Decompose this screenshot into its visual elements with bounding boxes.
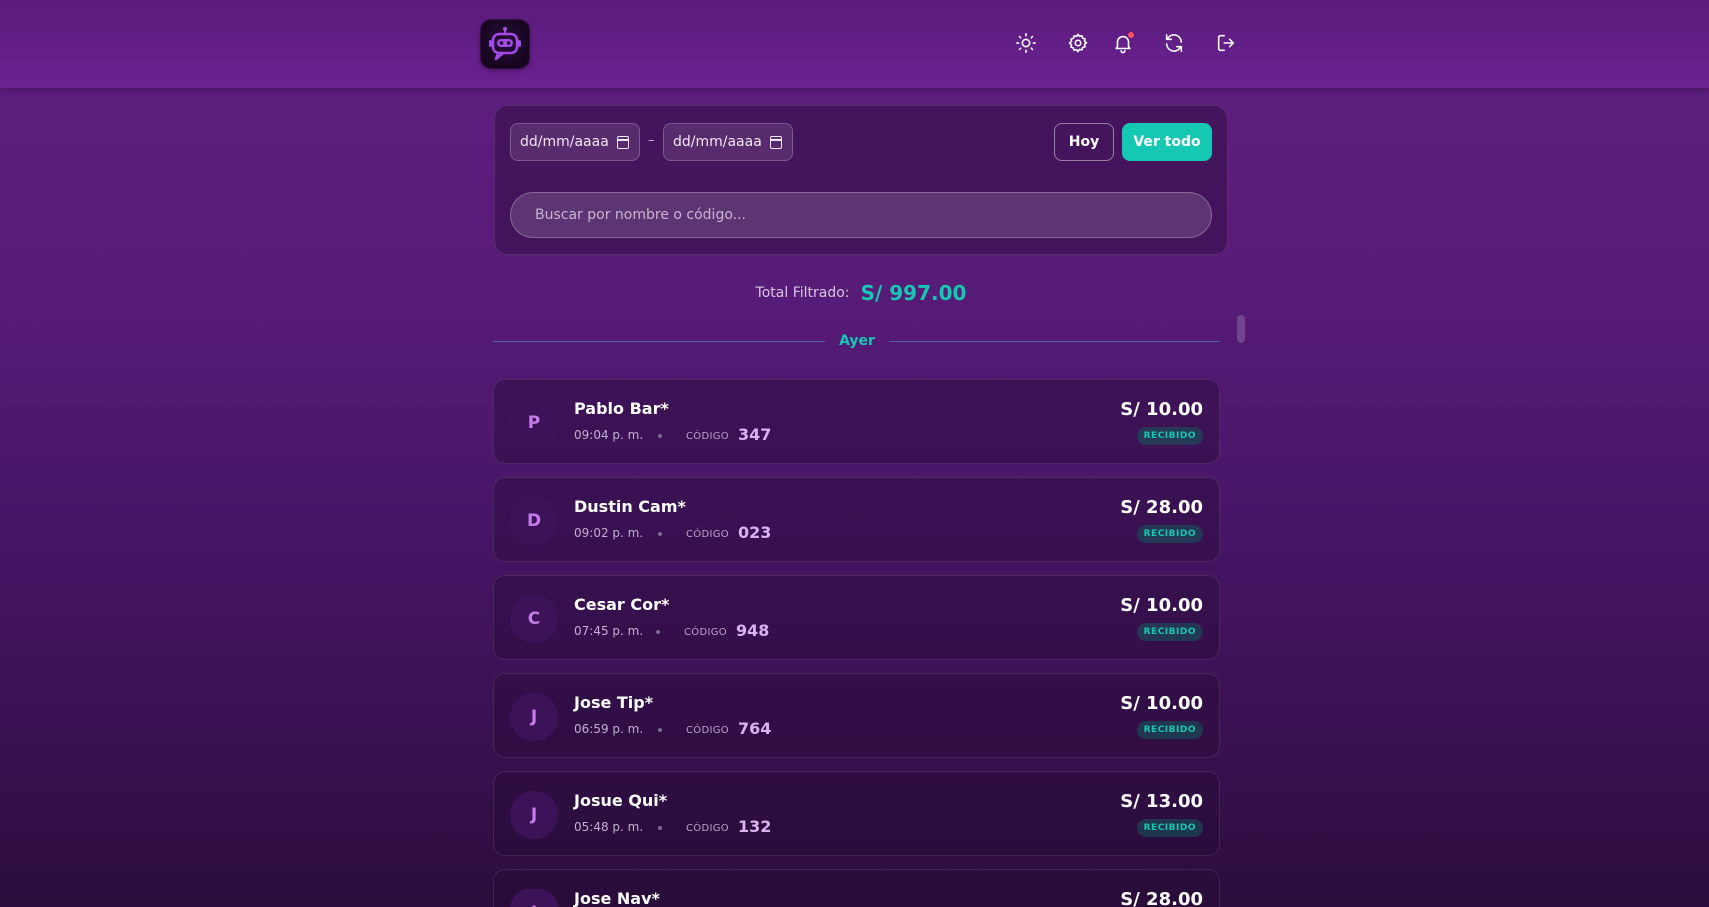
date-from-placeholder: dd/mm/aaaa [520,134,609,150]
total-value: S/ 997.00 [860,281,967,305]
logout-button[interactable] [1213,30,1239,56]
transaction-amount: S/ 13.00 [1120,791,1203,812]
transaction-name: Dustin Cam* [574,497,686,516]
date-to-input[interactable]: dd/mm/aaaa [663,123,793,161]
transaction-name: Jose Nav* [574,889,660,907]
transaction-code: 132 [738,817,772,836]
meta-separator-dot [658,434,662,438]
logout-icon [1217,34,1235,52]
status-badge: RECIBIDO [1136,427,1203,445]
transaction-amount: S/ 10.00 [1120,595,1203,616]
transaction-meta: 05:48 p. m. CÓDIGO 132 [574,816,874,838]
avatar: J [510,791,558,839]
transaction-code: 948 [736,621,770,640]
code-label: CÓDIGO [686,725,729,736]
transaction-meta: 09:04 p. m. CÓDIGO 347 [574,424,874,446]
meta-separator-dot [656,630,660,634]
date-to-placeholder: dd/mm/aaaa [673,134,762,150]
meta-separator-dot [658,826,662,830]
transaction-name: Pablo Bar* [574,399,669,418]
scrollbar-thumb[interactable] [1237,315,1245,343]
code-label: CÓDIGO [684,627,727,638]
transaction-code: 347 [738,425,772,444]
transaction-code: 764 [738,719,772,738]
transaction-meta: 07:45 p. m. CÓDIGO 948 [574,620,874,642]
notifications-button[interactable] [1110,30,1136,56]
transaction-name: Josue Qui* [574,791,668,810]
avatar: D [510,497,558,545]
theme-toggle-button[interactable] [1013,30,1039,56]
gear-icon [1068,33,1088,53]
code-label: CÓDIGO [686,823,729,834]
refresh-icon [1165,33,1183,53]
status-badge: RECIBIDO [1136,623,1203,641]
calendar-icon[interactable] [770,136,782,149]
date-from-input[interactable]: dd/mm/aaaa [510,123,640,161]
status-badge: RECIBIDO [1136,525,1203,543]
avatar: C [510,595,558,643]
avatar: J [510,693,558,741]
see-all-button[interactable]: Ver todo [1122,123,1212,161]
transaction-card[interactable]: C Cesar Cor* 07:45 p. m. CÓDIGO 948 S/ 1… [493,575,1220,660]
transaction-amount: S/ 10.00 [1120,399,1203,420]
day-divider: Ayer [493,331,1220,353]
transaction-card[interactable]: D Dustin Cam* 09:02 p. m. CÓDIGO 023 S/ … [493,477,1220,562]
transaction-amount: S/ 28.00 [1120,889,1203,907]
transaction-time: 07:45 p. m. [574,624,644,638]
transaction-time: 09:04 p. m. [574,428,644,442]
date-separator: – [648,133,655,148]
app-logo[interactable] [481,20,529,68]
transaction-amount: S/ 10.00 [1120,693,1203,714]
meta-separator-dot [658,532,662,536]
transaction-meta: 06:59 p. m. CÓDIGO 764 [574,718,874,740]
sun-icon [1016,33,1036,53]
refresh-button[interactable] [1161,30,1187,56]
meta-separator-dot [658,728,662,732]
avatar: J [510,889,558,907]
transaction-amount: S/ 28.00 [1120,497,1203,518]
total-label: Total Filtrado: [755,285,850,301]
avatar: P [510,399,558,447]
top-bar [0,0,1709,88]
search-input[interactable] [510,192,1212,238]
status-badge: RECIBIDO [1136,721,1203,739]
transaction-code: 023 [738,523,772,542]
transaction-meta: 09:02 p. m. CÓDIGO 023 [574,522,874,544]
transaction-card[interactable]: J Jose Tip* 06:59 p. m. CÓDIGO 764 S/ 10… [493,673,1220,758]
transaction-card[interactable]: J Jose Nav* S/ 28.00 [493,869,1220,907]
transaction-card[interactable]: J Josue Qui* 05:48 p. m. CÓDIGO 132 S/ 1… [493,771,1220,856]
transaction-name: Jose Tip* [574,693,654,712]
divider-line [889,341,1220,342]
total-filtered: Total Filtrado: S/ 997.00 [494,281,1228,305]
transaction-time: 09:02 p. m. [574,526,644,540]
filter-panel: dd/mm/aaaa – dd/mm/aaaa Hoy Ver todo [494,105,1228,255]
today-button[interactable]: Hoy [1054,123,1114,161]
divider-line [493,341,825,342]
robot-logo-icon [489,27,521,61]
transaction-card[interactable]: P Pablo Bar* 09:04 p. m. CÓDIGO 347 S/ 1… [493,379,1220,464]
transaction-name: Cesar Cor* [574,595,670,614]
notification-indicator [1128,32,1134,38]
transaction-time: 05:48 p. m. [574,820,644,834]
day-label: Ayer [839,333,875,349]
code-label: CÓDIGO [686,529,729,540]
transaction-time: 06:59 p. m. [574,722,644,736]
calendar-icon[interactable] [617,136,629,149]
code-label: CÓDIGO [686,431,729,442]
settings-button[interactable] [1065,30,1091,56]
status-badge: RECIBIDO [1136,819,1203,837]
